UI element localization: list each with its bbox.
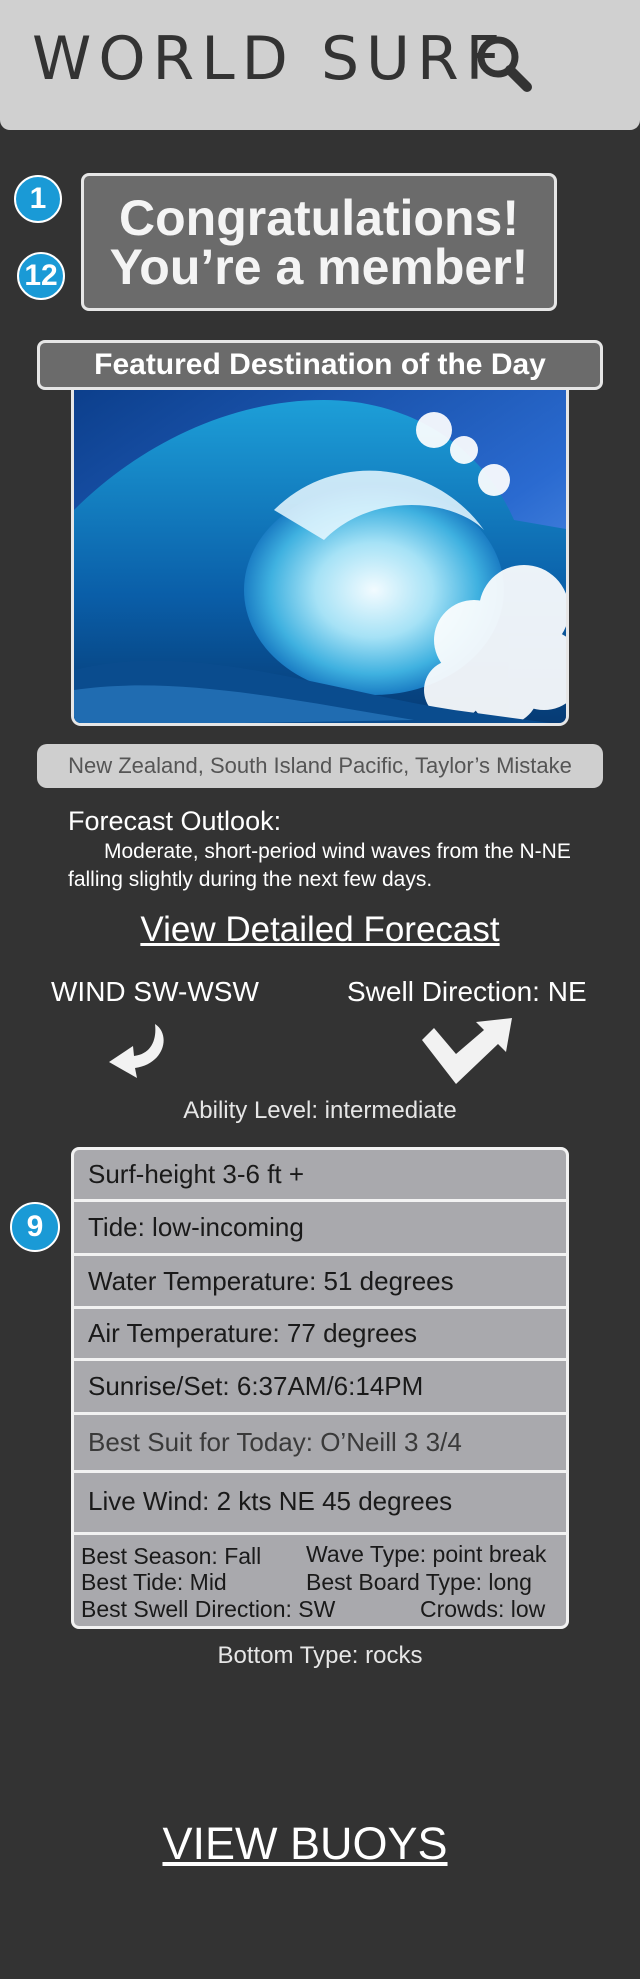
best-board-type: Best Board Type: long (306, 1569, 532, 1595)
surf-stats-panel: Surf-height 3-6 ft + Tide: low-incoming … (71, 1147, 569, 1629)
badge-step-1: 1 (14, 175, 62, 223)
stat-live-wind: Live Wind: 2 kts NE 45 degrees (74, 1473, 566, 1532)
view-detailed-forecast-link[interactable]: View Detailed Forecast (0, 910, 640, 950)
featured-title: Featured Destination of the Day (37, 340, 603, 390)
forecast-outlook-text: Moderate, short-period wind waves from t… (68, 840, 571, 891)
bottom-type: Bottom Type: rocks (217, 1642, 423, 1669)
badge-step-9: 9 (10, 1202, 60, 1252)
stat-surf-height: Surf-height 3-6 ft + (74, 1150, 566, 1199)
best-tide: Best Tide: Mid (81, 1569, 227, 1595)
destination-location: New Zealand, South Island Pacific, Taylo… (37, 744, 603, 788)
stat-water-temperature: Water Temperature: 51 degrees (74, 1256, 566, 1306)
stat-air-temperature: Air Temperature: 77 degrees (74, 1309, 566, 1358)
congrats-line-1: Congratulations! (119, 190, 519, 246)
congrats-line-2: You’re a member! (109, 239, 529, 295)
wave-illustration (74, 390, 566, 723)
swell-direction-label: Swell Direction: NE (347, 976, 587, 1007)
stat-tide: Tide: low-incoming (74, 1202, 566, 1253)
best-swell-direction: Best Swell Direction: SW (81, 1596, 336, 1622)
search-icon (477, 36, 532, 92)
stat-sunrise-sunset: Sunrise/Set: 6:37AM/6:14PM (74, 1361, 566, 1412)
view-buoys-link[interactable]: VIEW BUOYS (0, 1818, 610, 1870)
search-button[interactable] (470, 30, 540, 100)
stat-best-suit: Best Suit for Today: O’Neill 3 3/4 (74, 1415, 566, 1470)
ability-level: Ability Level: intermediate (183, 1097, 457, 1124)
wind-label: WIND SW-WSW (51, 976, 259, 1007)
crowds: Crowds: low (420, 1596, 546, 1622)
wave-image[interactable] (71, 390, 569, 726)
stats-details-grid: Best Season: Fall Wave Type: point break… (74, 1535, 566, 1626)
swell-arrow-icon (418, 1016, 514, 1086)
best-season: Best Season: Fall (81, 1543, 262, 1569)
curved-arrow-icon (105, 1020, 175, 1082)
badge-step-12: 12 (17, 252, 65, 300)
forecast-outlook-label: Forecast Outlook: (68, 806, 282, 836)
congrats-box: Congratulations! You’re a member! (81, 173, 557, 311)
site-logo[interactable]: WORLD SURF (32, 24, 507, 94)
wave-type: Wave Type: point break (306, 1541, 547, 1567)
